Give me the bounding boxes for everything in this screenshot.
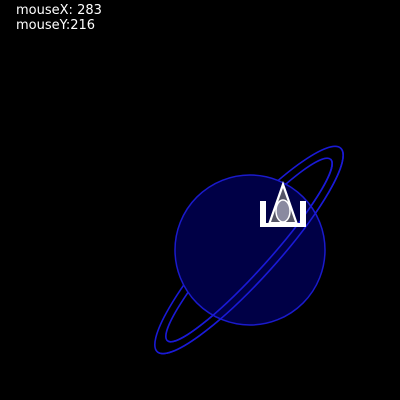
mouse-x-label: mouseX: <box>16 3 73 18</box>
mouse-readout: mouseX: 283 mouseY:216 <box>16 3 102 33</box>
scene <box>154 145 344 355</box>
planet-body <box>174 174 326 326</box>
mouse-y-readout: mouseY:216 <box>16 18 102 33</box>
ship-cockpit <box>275 199 291 223</box>
game-canvas[interactable]: mouseX: 283 mouseY:216 <box>0 0 400 400</box>
mouse-y-label: mouseY: <box>16 18 71 33</box>
mouse-x-readout: mouseX: 283 <box>16 3 102 18</box>
mouse-y-value: 216 <box>70 18 96 33</box>
planet-icon <box>154 145 344 355</box>
mouse-x-value: 283 <box>77 3 102 18</box>
